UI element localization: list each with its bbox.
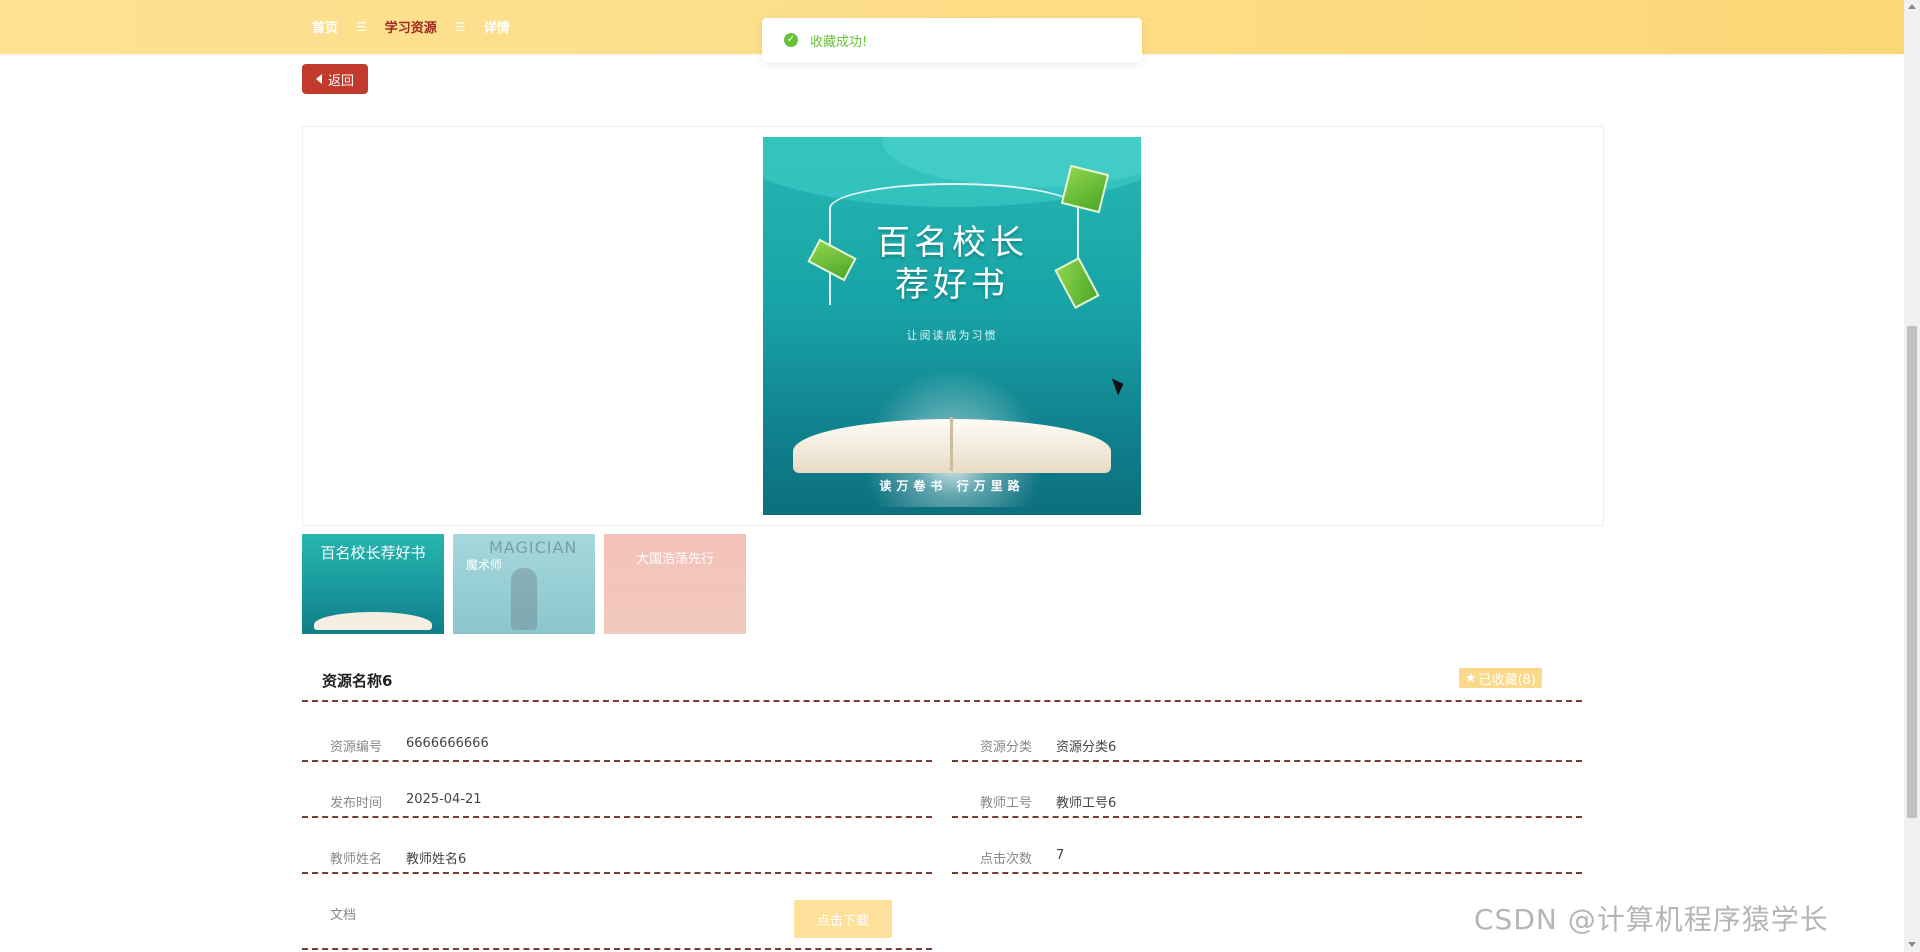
star-icon: ★	[1464, 670, 1477, 686]
favorite-button[interactable]: ★ 已收藏(8)	[1458, 668, 1542, 688]
breadcrumb-separator-icon: ☰	[356, 19, 367, 34]
watermark: CSDN @计算机程序猿学长	[1474, 903, 1829, 936]
breadcrumb-detail: 详情	[483, 21, 510, 36]
field-label: 文档	[330, 908, 357, 923]
field-publish-date: 发布时间 2025-04-21	[302, 772, 932, 818]
cover-title-line2: 荐好书	[895, 265, 1009, 305]
check-circle-icon: ✓	[784, 33, 798, 47]
breadcrumb: 首页 ☰ 学习资源 ☰ 详情	[312, 17, 510, 37]
scroll-thumb[interactable]	[1907, 326, 1917, 818]
thumbnail-2[interactable]: MAGICIAN 魔术师	[453, 534, 595, 634]
breadcrumb-separator-icon: ☰	[454, 19, 466, 34]
toast-message: 收藏成功!	[810, 34, 868, 50]
field-label: 资源分类	[980, 740, 1033, 755]
field-resource-category: 资源分类 资源分类6	[952, 716, 1582, 762]
breadcrumb-resources[interactable]: 学习资源	[385, 17, 437, 36]
download-button[interactable]: 点击下载	[794, 900, 892, 938]
thumbnail-title: 魔术师	[465, 558, 502, 572]
back-button-label: 返回	[327, 73, 354, 89]
figure-silhouette-icon	[511, 568, 537, 630]
field-label: 教师工号	[980, 796, 1033, 811]
book-spine	[950, 417, 953, 471]
resource-title: 资源名称6	[322, 672, 393, 690]
thumbnail-1[interactable]: 百名校长荐好书	[302, 534, 444, 634]
image-viewer: 百名校长 荐好书 让阅读成为习惯 读万卷书 行万里路	[302, 126, 1604, 526]
thumbnail-overlay: MAGICIAN	[489, 538, 578, 557]
field-resource-id: 资源编号 6666666666	[302, 716, 932, 762]
caret-left-icon	[315, 74, 322, 84]
field-click-count: 点击次数 7	[952, 828, 1582, 874]
success-toast: ✓ 收藏成功!	[762, 18, 1142, 62]
field-teacher-id: 教师工号 教师工号6	[952, 772, 1582, 818]
cover-image: 百名校长 荐好书 让阅读成为习惯 读万卷书 行万里路	[763, 137, 1141, 515]
open-book-icon	[314, 612, 432, 630]
breadcrumb-home[interactable]: 首页	[312, 17, 338, 36]
field-label: 点击次数	[980, 852, 1033, 867]
detail-header: 资源名称6 ★ 已收藏(8)	[302, 660, 1582, 702]
thumbnail-title: 百名校长荐好书	[320, 544, 426, 562]
thumbnail-strip: 百名校长荐好书 MAGICIAN 魔术师 大国浩荡先行	[302, 534, 746, 634]
field-label: 教师姓名	[330, 852, 383, 867]
field-value: 7	[1056, 848, 1065, 863]
back-button[interactable]: 返回	[302, 64, 368, 94]
scroll-up-icon[interactable]	[1908, 4, 1916, 9]
field-teacher-name: 教师姓名 教师姓名6	[302, 828, 932, 874]
cover-subtitle: 让阅读成为习惯	[906, 329, 998, 342]
scroll-down-icon[interactable]	[1908, 942, 1916, 947]
thumbnail-3[interactable]: 大国浩荡先行	[604, 534, 746, 634]
field-label: 资源编号	[330, 740, 383, 755]
field-value: 资源分类6	[1056, 740, 1117, 755]
favorite-label: 已收藏(8)	[1478, 672, 1536, 688]
page-scrollbar[interactable]	[1904, 0, 1920, 952]
thumbnail-title: 大国浩荡先行	[635, 552, 714, 567]
field-label: 发布时间	[330, 796, 383, 811]
field-value: 教师工号6	[1056, 796, 1117, 811]
field-document: 文档 点击下载	[302, 884, 932, 950]
field-value: 教师姓名6	[406, 852, 467, 867]
field-value: 6666666666	[406, 736, 489, 751]
field-value: 2025-04-21	[406, 792, 482, 807]
cover-footer: 读万卷书 行万里路	[879, 479, 1025, 493]
